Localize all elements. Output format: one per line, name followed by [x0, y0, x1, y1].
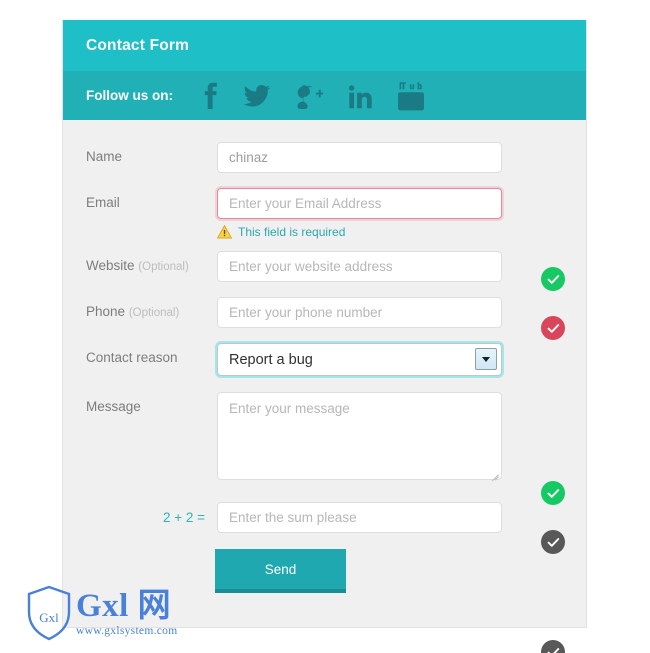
contact-reason-status-badge-valid: [541, 481, 565, 505]
contact-reason-label: Contact reason: [86, 350, 178, 365]
message-field-wrap: [217, 392, 502, 482]
contact-form-card: Contact Form Follow us on: Name chinaz E…: [62, 20, 587, 653]
phone-field-wrap: [217, 297, 502, 328]
phone-optional-note: (Optional): [128, 307, 180, 319]
field-row-website: Website (Optional): [63, 251, 586, 282]
website-optional-note: (Optional): [138, 261, 189, 273]
screenshot-root: Contact Form Follow us on: Name chinaz E…: [0, 0, 650, 653]
form-body: Name Email: [63, 120, 586, 653]
captcha-question: 2 + 2 =: [162, 510, 205, 525]
field-row-email: Email This field is required: [63, 188, 586, 340]
contact-reason-field-wrap: Report a bug: [217, 343, 502, 376]
phone-label: Phone (Optional): [86, 297, 217, 321]
website-label-text: Website: [86, 258, 135, 273]
name-field-wrap: [217, 142, 502, 173]
name-status-badge-valid: [541, 267, 565, 291]
message-status-badge-idle: [541, 530, 565, 554]
email-validation-message: This field is required: [217, 225, 502, 239]
name-input[interactable]: [217, 142, 502, 173]
submit-row: Send: [63, 549, 586, 593]
email-label: Email: [86, 195, 120, 210]
facebook-icon[interactable]: [201, 82, 218, 110]
name-label: Name: [86, 149, 123, 164]
page-title: Contact Form: [86, 36, 190, 54]
send-button[interactable]: Send: [215, 549, 346, 593]
website-input[interactable]: [217, 251, 502, 282]
phone-input[interactable]: [217, 297, 502, 328]
card-header: Contact Form: [63, 20, 586, 71]
captcha-status-badge-idle: [541, 640, 565, 653]
contact-reason-select[interactable]: Report a bug: [217, 343, 502, 376]
captcha-input[interactable]: [217, 502, 502, 533]
email-error-text: This field is required: [238, 225, 346, 239]
email-input[interactable]: [217, 188, 502, 219]
google-plus-icon[interactable]: [296, 83, 323, 109]
message-textarea[interactable]: [217, 392, 502, 480]
field-row-phone: Phone (Optional): [63, 297, 586, 328]
phone-label-text: Phone: [86, 304, 126, 319]
field-row-contact-reason: Contact reason Report a bug: [63, 343, 586, 505]
website-field-wrap: [217, 251, 502, 282]
social-icon-list: [201, 81, 424, 111]
message-label: Message: [86, 399, 141, 414]
svg-text:Gxl: Gxl: [39, 610, 59, 625]
field-row-captcha: 2 + 2 =: [63, 502, 586, 653]
twitter-icon[interactable]: [244, 84, 270, 107]
warning-triangle-icon: [217, 225, 232, 239]
linkedin-icon[interactable]: [349, 83, 372, 109]
field-row-name: Name: [63, 142, 586, 291]
follow-us-label: Follow us on:: [86, 88, 173, 103]
field-row-message: Message: [63, 392, 586, 554]
youtube-icon[interactable]: [398, 81, 424, 111]
website-label: Website (Optional): [86, 251, 217, 275]
email-status-badge-invalid: [541, 316, 565, 340]
captcha-field-wrap: [217, 502, 502, 533]
social-bar: Follow us on:: [63, 71, 586, 120]
email-field-wrap: This field is required: [217, 188, 502, 239]
